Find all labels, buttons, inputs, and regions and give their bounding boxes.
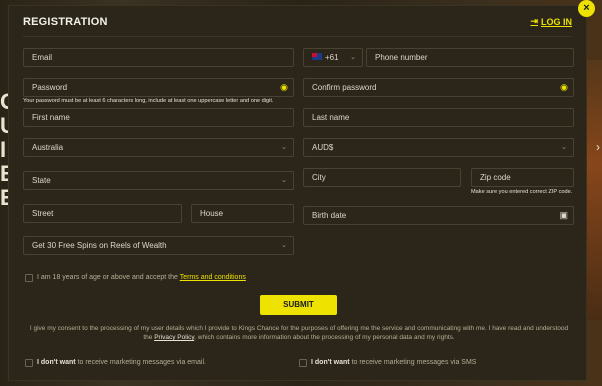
confirm-password-field[interactable]: Confirm password ◉ [303, 78, 574, 97]
birth-date-placeholder: Birth date [312, 211, 347, 220]
street-placeholder: Street [32, 209, 54, 218]
close-button[interactable]: × [578, 0, 595, 17]
zip-hint: Make sure you entered correct ZIP code. [471, 189, 573, 195]
state-placeholder: State [32, 176, 51, 185]
bonus-select[interactable]: Get 30 Free Spins on Reels of Wealth ⌄ [23, 236, 294, 255]
login-label: LOG IN [541, 16, 572, 27]
calendar-icon[interactable]: ▣ [559, 207, 568, 224]
consent-text: I give my consent to the processing of m… [29, 325, 569, 341]
no-email-marketing-checkbox[interactable] [25, 359, 33, 367]
email-placeholder: Email [32, 53, 53, 62]
chevron-right-icon[interactable]: › [596, 140, 600, 154]
login-icon: ⇥ [530, 16, 538, 26]
chevron-down-icon: ⌄ [561, 144, 567, 151]
email-field[interactable]: Email [23, 48, 294, 67]
chevron-down-icon: ⌄ [350, 54, 356, 61]
country-select[interactable]: Australia ⌄ [23, 138, 294, 157]
age-terms-label: I am 18 years of age or above and accept… [37, 274, 246, 281]
bonus-value: Get 30 Free Spins on Reels of Wealth [32, 241, 167, 250]
street-field[interactable]: Street [23, 204, 182, 223]
registration-modal: REGISTRATION ⇥ LOG IN Email +61 ⌄ Phone … [8, 5, 587, 381]
show-password-eye-icon[interactable]: ◉ [280, 79, 288, 96]
password-hint: Your password must be at least 6 charact… [23, 98, 274, 104]
country-code-value: +61 [325, 53, 339, 62]
terms-link[interactable]: Terms and conditions [180, 274, 246, 281]
currency-select[interactable]: AUD$ ⌄ [303, 138, 574, 157]
no-sms-marketing-checkbox[interactable] [299, 359, 307, 367]
chevron-down-icon: ⌄ [281, 144, 287, 151]
last-name-field[interactable]: Last name [303, 108, 574, 127]
last-name-placeholder: Last name [312, 113, 350, 122]
phone-number-field[interactable]: Phone number [366, 48, 574, 67]
first-name-placeholder: First name [32, 113, 70, 122]
header-divider [23, 36, 572, 37]
state-select[interactable]: State ⌄ [23, 171, 294, 190]
currency-value: AUD$ [312, 143, 334, 152]
birth-date-field[interactable]: Birth date ▣ [303, 206, 574, 225]
show-confirm-password-eye-icon[interactable]: ◉ [560, 79, 568, 96]
country-value: Australia [32, 143, 64, 152]
confirm-password-placeholder: Confirm password [312, 83, 377, 92]
chevron-down-icon: ⌄ [281, 242, 287, 249]
no-sms-marketing-label: I don't want to receive marketing messag… [311, 359, 477, 366]
background-right-art [586, 60, 602, 320]
house-field[interactable]: House [191, 204, 294, 223]
first-name-field[interactable]: First name [23, 108, 294, 127]
chevron-down-icon: ⌄ [281, 177, 287, 184]
privacy-policy-link[interactable]: Privacy Policy [154, 334, 194, 341]
australia-flag-icon [312, 53, 322, 61]
modal-title: REGISTRATION [23, 16, 108, 28]
age-terms-checkbox[interactable] [25, 274, 33, 282]
house-placeholder: House [200, 209, 224, 218]
zip-code-field[interactable]: Zip code [471, 168, 574, 187]
city-placeholder: City [312, 173, 326, 182]
submit-button[interactable]: SUBMIT [260, 295, 337, 315]
zip-placeholder: Zip code [480, 173, 511, 182]
password-placeholder: Password [32, 83, 68, 92]
no-email-marketing-label: I don't want to receive marketing messag… [37, 359, 206, 366]
password-field[interactable]: Password ◉ [23, 78, 294, 97]
phone-placeholder: Phone number [375, 53, 428, 62]
login-link[interactable]: ⇥ LOG IN [530, 16, 572, 27]
city-field[interactable]: City [303, 168, 461, 187]
country-code-select[interactable]: +61 ⌄ [303, 48, 363, 67]
